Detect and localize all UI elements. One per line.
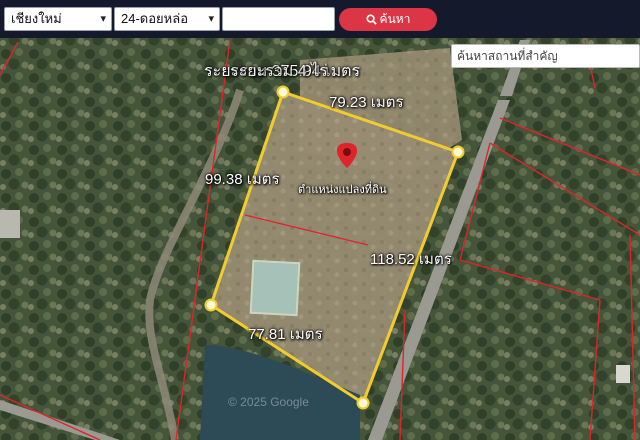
province-select[interactable]: เชียงใหม่ ▾ (4, 7, 112, 31)
place-search-placeholder: ค้นหาสถานที่สำคัญ (457, 49, 558, 63)
area-overlay-label: ระยะรวม 4 ไร่ ... (230, 63, 346, 80)
edge-length-label: 118.52 เมตร (370, 251, 452, 268)
pin-caption: ตำแหน่งแปลงที่ดิน (298, 184, 387, 196)
edge-length-label: 99.38 เมตร (205, 171, 280, 188)
building (0, 210, 20, 238)
parcel-vertex[interactable] (356, 396, 370, 410)
map-watermark: © 2025 Google (228, 395, 309, 409)
pond (249, 259, 301, 317)
search-button[interactable]: ค้นหา (339, 8, 437, 31)
district-select[interactable]: 24-ดอยหล่อ ▾ (114, 7, 220, 31)
district-select-value: 24-ดอยหล่อ (121, 11, 188, 26)
map-canvas[interactable] (0, 38, 640, 440)
province-select-value: เชียงใหม่ (11, 11, 62, 26)
parcel-vertex[interactable] (204, 298, 218, 312)
edge-length-label: 77.81 เมตร (248, 326, 323, 343)
search-button-label: ค้นหา (379, 12, 411, 26)
building (616, 365, 630, 383)
chevron-down-icon: ▾ (208, 13, 214, 25)
search-icon (366, 14, 377, 25)
parcel-search-input[interactable] (222, 7, 335, 31)
edge-length-label: 79.23 เมตร (329, 94, 404, 111)
chevron-down-icon: ▾ (100, 13, 106, 25)
parcel-vertex[interactable] (276, 85, 290, 99)
place-search-input[interactable]: ค้นหาสถานที่สำคัญ (451, 44, 640, 68)
parcel-vertex[interactable] (451, 145, 465, 159)
top-toolbar: เชียงใหม่ ▾ 24-ดอยหล่อ ▾ ค้นหา (0, 0, 640, 38)
